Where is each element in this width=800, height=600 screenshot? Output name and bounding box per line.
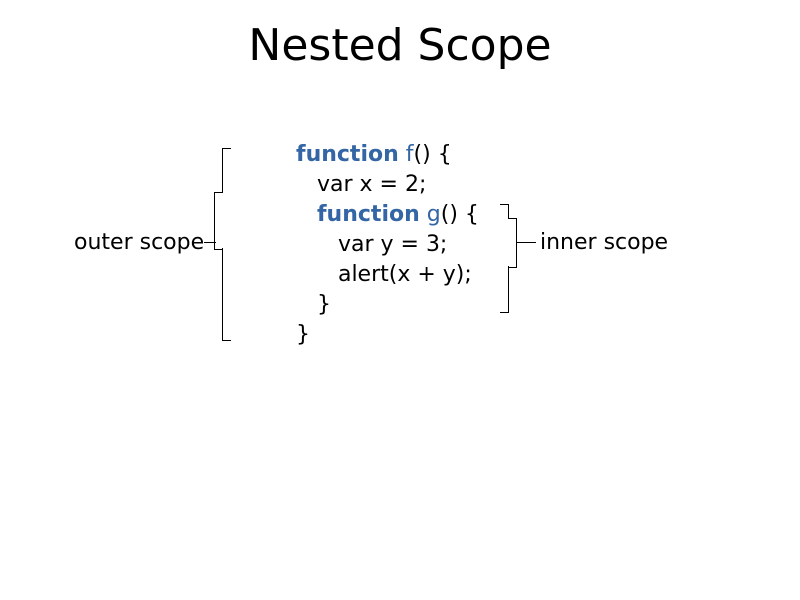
- code-text: () {: [414, 142, 452, 167]
- code-text: [296, 202, 317, 227]
- code-text: var x = 2;: [296, 172, 426, 197]
- code-block: function f() { var x = 2; function g() {…: [296, 140, 479, 350]
- label-inner-scope: inner scope: [540, 230, 668, 255]
- keyword-function: function: [317, 202, 420, 227]
- label-outer-scope: outer scope: [74, 230, 204, 255]
- code-text: }: [296, 322, 310, 347]
- keyword-function: function: [296, 142, 399, 167]
- bracket-inner: [500, 266, 509, 313]
- bracket-inner: [508, 218, 517, 268]
- code-text: var y = 3;: [296, 232, 447, 257]
- page-title: Nested Scope: [0, 20, 800, 71]
- function-name-g: g: [427, 202, 441, 227]
- function-name-f: f: [406, 142, 414, 167]
- code-text: }: [296, 292, 331, 317]
- bracket-outer: [204, 242, 216, 243]
- bracket-outer: [222, 148, 231, 193]
- code-text: alert(x + y);: [296, 262, 472, 287]
- bracket-outer: [222, 248, 231, 341]
- slide: Nested Scope function f() { var x = 2; f…: [0, 0, 800, 600]
- code-text: () {: [441, 202, 479, 227]
- bracket-inner: [516, 242, 536, 243]
- bracket-inner: [500, 204, 509, 219]
